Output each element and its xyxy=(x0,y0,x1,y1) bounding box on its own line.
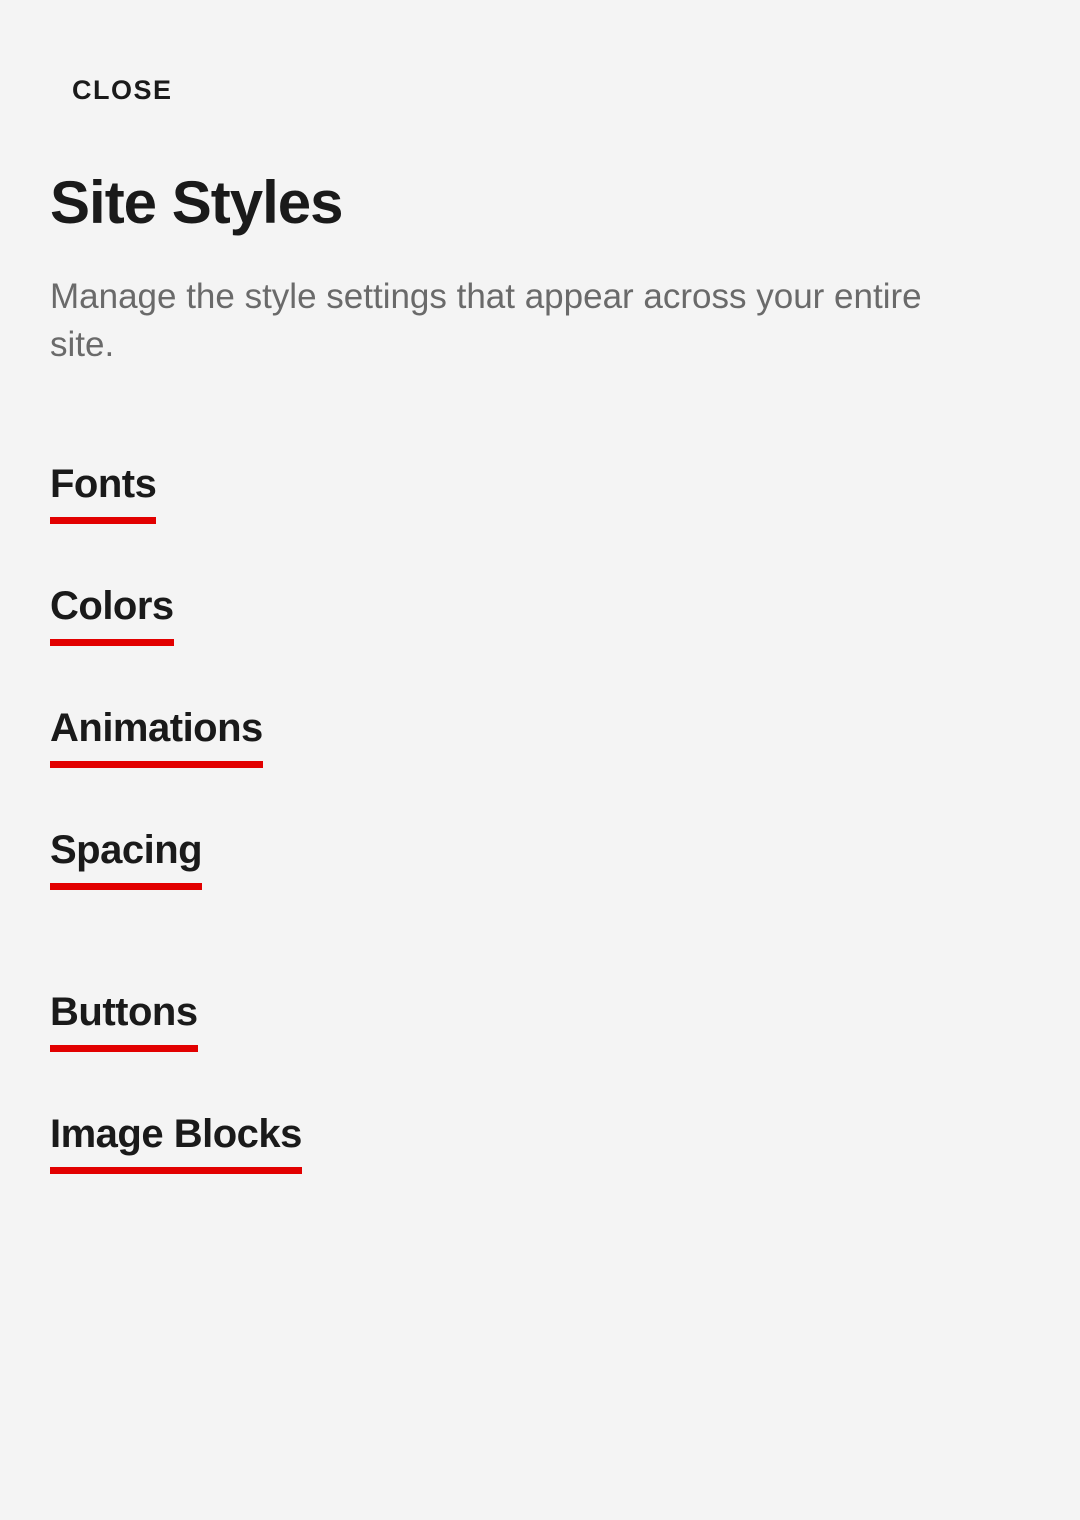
menu-item-animations[interactable]: Animations xyxy=(50,706,263,768)
page-description: Manage the style settings that appear ac… xyxy=(50,273,950,370)
menu-item-buttons[interactable]: Buttons xyxy=(50,990,198,1052)
menu-item-image-blocks[interactable]: Image Blocks xyxy=(50,1112,302,1174)
menu-item-fonts[interactable]: Fonts xyxy=(50,462,156,524)
page-title: Site Styles xyxy=(50,168,1030,237)
section-divider xyxy=(50,950,1030,990)
menu-group-2: Buttons Image Blocks xyxy=(50,990,1030,1234)
menu-group-1: Fonts Colors Animations Spacing xyxy=(50,462,1030,950)
menu-item-colors[interactable]: Colors xyxy=(50,584,174,646)
menu-item-spacing[interactable]: Spacing xyxy=(50,828,202,890)
close-button[interactable]: CLOSE xyxy=(72,75,173,106)
